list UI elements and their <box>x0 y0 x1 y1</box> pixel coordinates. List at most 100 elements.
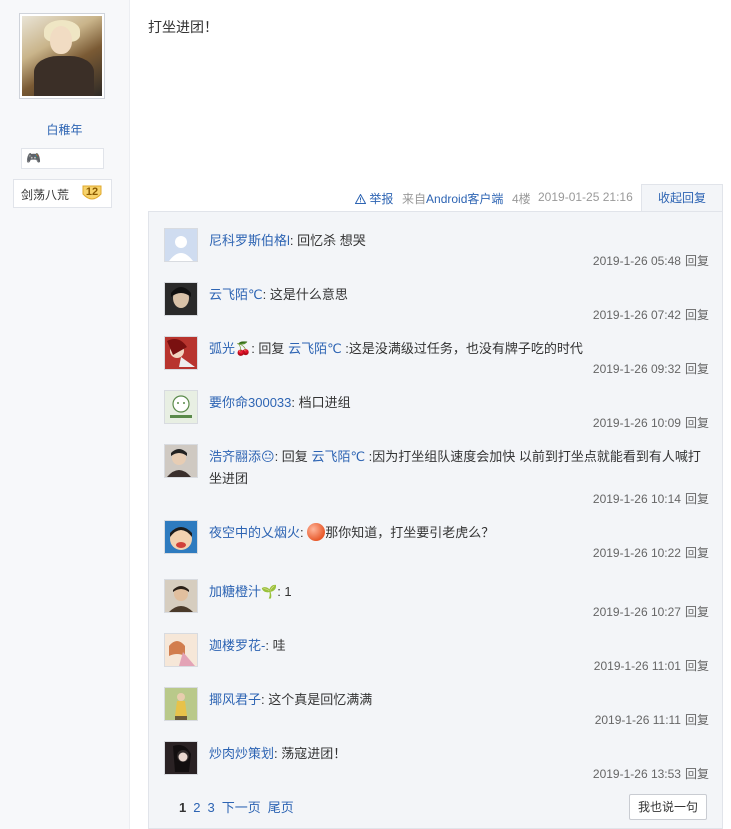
reply-text: 加糖橙汁🌱: 1 <box>209 584 292 599</box>
reply-button[interactable]: 回复 <box>685 254 709 268</box>
level-badge-icon: 12 <box>81 182 103 204</box>
reply-avatar[interactable] <box>164 390 198 424</box>
gamepad-icon: 🎮 <box>26 151 41 165</box>
reply-author[interactable]: 云飞陌℃ <box>209 287 263 302</box>
post-source: 来自Android客户端 <box>402 190 503 207</box>
reply-text: 要你命300033: 档口进组 <box>209 395 351 410</box>
reply-text: 浩齐翮添😐: 回复 云飞陌℃ :因为打坐组队速度会加快 以前到打坐点就能看到有人… <box>209 449 701 486</box>
last-page-link[interactable]: 尾页 <box>268 800 294 815</box>
reply-avatar[interactable] <box>164 687 198 721</box>
author-badge[interactable]: 🎮 <box>21 148 104 169</box>
reply-button[interactable]: 回复 <box>685 713 709 727</box>
reply-word: 回复 <box>281 449 308 464</box>
reply-text: 揶风君子: 这个真是回忆满满 <box>209 692 373 707</box>
reply-time: 2019-1-26 13:53 <box>592 767 681 781</box>
author-sidebar: 白稚年 🎮 剑荡八荒 12 <box>0 0 130 829</box>
reply-button[interactable]: 回复 <box>685 767 709 781</box>
warning-icon <box>354 193 367 204</box>
reply-author[interactable]: 要你命300033 <box>209 395 291 410</box>
reply-mention[interactable]: 云飞陌℃ <box>311 449 365 464</box>
reply-mention[interactable]: 云飞陌℃ <box>288 341 342 356</box>
reply-avatar[interactable] <box>164 228 198 262</box>
reply-footer: 2019-1-26 11:01 回复 <box>594 657 709 674</box>
reply-author[interactable]: 弧光🍒 <box>209 341 251 356</box>
reply-footer: 2019-1-26 10:22 回复 <box>593 544 709 561</box>
reply-time: 2019-1-26 09:32 <box>592 362 681 376</box>
reply-author[interactable]: 迦楼罗花- <box>209 638 265 653</box>
collapse-replies-button[interactable]: 收起回复 <box>641 184 723 212</box>
avatar-image <box>22 16 102 96</box>
reply-text: 迦楼罗花-: 哇 <box>209 638 286 653</box>
reply-footer: 2019-1-26 05:48 回复 <box>593 252 709 269</box>
reply-content: 档口进组 <box>298 395 351 410</box>
from-prefix: 来自 <box>402 192 427 206</box>
reply-content: :这是没满级过任务，也没有牌子吃的时代 <box>345 341 583 356</box>
author-level[interactable]: 剑荡八荒 12 <box>13 179 112 208</box>
reply-time: 2019-1-26 11:01 <box>593 659 681 673</box>
reply-author[interactable]: 加糖橙汁🌱 <box>209 584 277 599</box>
reply-time: 2019-1-26 11:11 <box>594 713 681 727</box>
reply-button[interactable]: 回复 <box>685 605 709 619</box>
level-number: 12 <box>85 186 99 198</box>
reply-content: 这是什么意思 <box>269 287 348 302</box>
reply-pager: 1 2 3 下一页 尾页 <box>179 797 301 816</box>
reply-avatar[interactable] <box>164 520 198 554</box>
client-link[interactable]: Android客户端 <box>426 192 503 206</box>
reply-author[interactable]: 夜空中的乂烟火 <box>209 525 300 540</box>
reply-footer: 2019-1-26 10:09 回复 <box>593 414 709 431</box>
reply-author[interactable]: 浩齐翮添😐 <box>209 449 275 464</box>
page-link[interactable]: 3 <box>207 800 214 815</box>
reply-button[interactable]: 回复 <box>685 362 709 376</box>
level-name: 剑荡八荒 <box>21 188 70 202</box>
reply-avatar[interactable] <box>164 444 198 478</box>
reply-footer: 2019-1-26 13:53 回复 <box>593 765 709 782</box>
reply-time: 2019-1-26 10:27 <box>592 605 681 619</box>
report-label: 举报 <box>369 192 394 206</box>
reply-avatar[interactable] <box>164 633 198 667</box>
post-floor: 4楼 <box>512 192 531 206</box>
author-avatar[interactable] <box>19 13 105 99</box>
reply-footer: 2019-1-26 10:27 回复 <box>593 603 709 620</box>
reply-text: 弧光🍒: 回复 云飞陌℃ :这是没满级过任务，也没有牌子吃的时代 <box>209 341 583 356</box>
reply-time: 2019-1-26 07:42 <box>592 308 681 322</box>
reply-content: 那你知道，打坐要引老虎么？ <box>325 525 495 540</box>
reply-content: 哇 <box>272 638 286 653</box>
reply-avatar[interactable] <box>164 741 198 775</box>
reply-button[interactable]: 回复 <box>685 416 709 430</box>
reply-text: 云飞陌℃: 这是什么意思 <box>209 287 348 302</box>
reply-content: 1 <box>284 584 292 599</box>
reply-author[interactable]: 揶风君子 <box>209 692 261 707</box>
report-link[interactable]: 举报 <box>354 190 394 207</box>
page-link[interactable]: 2 <box>193 800 200 815</box>
reply-button[interactable]: 回复 <box>685 659 709 673</box>
reply-panel: 尼科罗斯伯格l: 回忆杀 想哭 2019-1-26 05:48 回复 云飞陌℃: … <box>148 211 723 829</box>
reply-avatar[interactable] <box>164 282 198 316</box>
emoji-icon <box>307 523 326 541</box>
reply-footer: 2019-1-26 09:32 回复 <box>593 360 709 377</box>
reply-time: 2019-1-26 10:14 <box>592 492 681 506</box>
reply-footer: 2019-1-26 11:11 回复 <box>595 711 709 728</box>
reply-time: 2019-1-26 10:22 <box>592 546 681 560</box>
reply-avatar[interactable] <box>164 336 198 370</box>
post-meta: 举报 来自Android客户端 4楼 2019-01-25 21:16 <box>148 186 723 210</box>
next-page-link[interactable]: 下一页 <box>222 800 261 815</box>
reply-button[interactable]: 回复 <box>685 492 709 506</box>
reply-text: 炒肉炒策划: 荡寇进团！ <box>209 746 347 761</box>
reply-button[interactable]: 回复 <box>685 308 709 322</box>
author-username[interactable]: 白稚年 <box>0 121 129 138</box>
reply-time: 2019-1-26 10:09 <box>592 416 681 430</box>
reply-footer: 2019-1-26 10:14 回复 <box>593 490 709 507</box>
page-current: 1 <box>179 800 187 815</box>
reply-author[interactable]: 炒肉炒策划 <box>209 746 274 761</box>
reply-avatar[interactable] <box>164 579 198 613</box>
reply-content: 这个真是回忆满满 <box>268 692 373 707</box>
reply-content: 回忆杀 想哭 <box>297 233 366 248</box>
reply-word: 回复 <box>258 341 285 356</box>
reply-content: 荡寇进团！ <box>281 746 347 761</box>
say-something-button[interactable]: 我也说一句 <box>629 794 707 820</box>
reply-button[interactable]: 回复 <box>685 546 709 560</box>
reply-text: 尼科罗斯伯格l: 回忆杀 想哭 <box>209 233 366 248</box>
post-time: 2019-01-25 21:16 <box>538 190 633 204</box>
post-content: 打坐进团！ <box>148 19 218 35</box>
reply-author[interactable]: 尼科罗斯伯格l <box>209 233 290 248</box>
